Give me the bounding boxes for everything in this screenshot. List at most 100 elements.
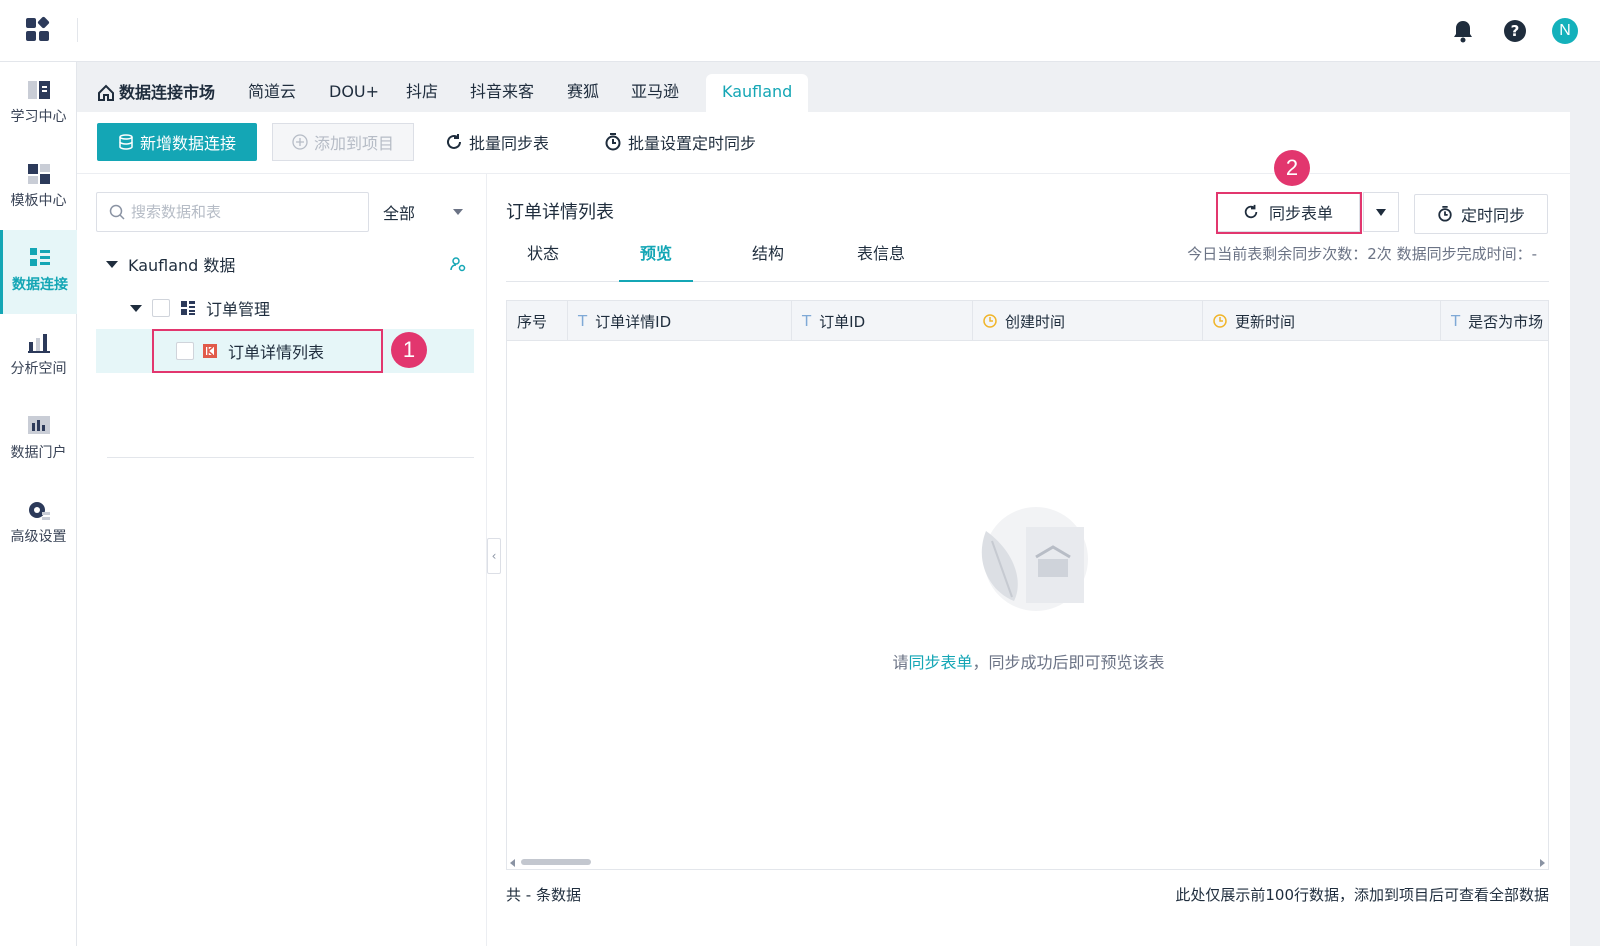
tab-preview[interactable]: 预览 [619, 238, 693, 282]
batch-sync-button[interactable]: 批量同步表 [445, 123, 549, 161]
scroll-left-arrow[interactable] [510, 859, 515, 867]
preview-note: 此处仅展示前100行数据，添加到项目后可查看全部数据 [1175, 886, 1549, 904]
rail-item-analysis[interactable]: 分析空间 [0, 314, 77, 398]
add-connection-label: 新增数据连接 [139, 134, 236, 153]
content-tabs: 状态 预览 结构 表信息 今日当前表剩余同步次数：2次 数据同步完成时间：- [506, 238, 1549, 282]
filter-select[interactable]: 全部 [373, 192, 473, 232]
tab-strip: 数据连接市场 简道云 DOU+ 抖店 抖音来客 赛狐 亚马逊 Kaufland [77, 62, 1600, 112]
rail-label: 分析空间 [10, 361, 67, 377]
search-icon [109, 204, 125, 220]
column-label: 创建时间 [1005, 312, 1066, 331]
highlight-box-2 [1216, 192, 1362, 234]
rail-item-templates[interactable]: 模板中心 [0, 146, 77, 230]
rail-label: 模板中心 [10, 193, 67, 209]
rail-label: 数据连接 [12, 277, 68, 293]
tab-kaufland[interactable]: Kaufland [706, 74, 809, 112]
tab-home[interactable]: 数据连接市场 [97, 74, 215, 112]
tab-saihu[interactable]: 赛狐 [567, 74, 599, 112]
user-settings-icon[interactable] [450, 256, 466, 272]
group-checkbox[interactable] [152, 299, 170, 317]
analysis-icon [27, 334, 50, 353]
empty-box-illustration [981, 507, 1088, 611]
collapse-handle[interactable]: ‹ [487, 538, 501, 574]
caret-down-icon[interactable] [106, 260, 118, 268]
tab-dou[interactable]: DOU+ [329, 74, 379, 112]
row-count: 共 - 条数据 [506, 886, 581, 904]
chevron-down-icon [453, 209, 463, 215]
rail-item-learning[interactable]: 学习中心 [0, 62, 77, 146]
tab-status[interactable]: 状态 [506, 238, 580, 282]
scroll-right-arrow[interactable] [1540, 859, 1545, 867]
schedule-sync-button[interactable]: 定时同步 [1414, 194, 1548, 234]
tree-node-group[interactable]: 订单管理 [130, 286, 270, 330]
column-label: 订单ID [819, 312, 866, 331]
tab-table-info[interactable]: 表信息 [844, 238, 918, 282]
column-label: 更新时间 [1235, 312, 1296, 331]
data-grid: 序号 T 订单详情ID T 订单ID 创建时间 更新时间 T 是否为市场 请同步… [506, 300, 1549, 870]
column-label: 序号 [517, 312, 548, 331]
column-header-order-id[interactable]: T 订单ID [792, 301, 973, 341]
column-header-detail-id[interactable]: T 订单详情ID [568, 301, 792, 341]
book-icon [27, 81, 50, 99]
timer-icon [1438, 206, 1452, 222]
column-header-created[interactable]: 创建时间 [973, 301, 1203, 341]
caret-down-icon[interactable] [130, 304, 142, 312]
avatar[interactable]: N [1552, 18, 1578, 44]
batch-schedule-label: 批量设置定时同步 [628, 134, 757, 153]
horizontal-scrollbar[interactable] [521, 859, 591, 865]
rail-item-settings[interactable]: 高级设置 [0, 482, 77, 566]
database-icon [119, 134, 133, 150]
plus-circle-icon [292, 134, 308, 150]
grid-header: 序号 T 订单详情ID T 订单ID 创建时间 更新时间 T 是否为市场 [507, 301, 1548, 341]
module-icon [181, 301, 195, 315]
tab-structure[interactable]: 结构 [731, 238, 805, 282]
top-bar: ? N [0, 0, 1600, 62]
empty-prefix: 请 [892, 653, 909, 672]
content-title: 订单详情列表 [506, 202, 614, 223]
data-connect-icon [30, 248, 50, 266]
search-input[interactable] [131, 203, 351, 221]
empty-message: 请同步表单，同步成功后即可预览该表 [507, 649, 1548, 673]
tab-home-label: 数据连接市场 [119, 83, 216, 102]
rail-label: 数据门户 [10, 445, 67, 461]
tab-jiandaoyun[interactable]: 简道云 [248, 74, 296, 112]
tab-amazon[interactable]: 亚马逊 [631, 74, 679, 112]
batch-sync-label: 批量同步表 [469, 134, 550, 153]
sync-table-link[interactable]: 同步表单 [908, 653, 972, 672]
step-badge-1: 1 [391, 332, 427, 368]
add-to-project-button[interactable]: 添加到项目 [272, 123, 414, 161]
empty-suffix: ，同步成功后即可预览该表 [972, 653, 1165, 672]
highlight-box-1 [152, 329, 383, 373]
tree-node-root[interactable]: Kaufland 数据 [106, 242, 466, 286]
help-icon[interactable]: ? [1500, 16, 1530, 46]
content-panel: 订单详情列表 2 同步表单 定时同步 状态 预览 结构 表信息 今日当前表剩余同… [506, 150, 1549, 946]
app-grid-icon[interactable] [26, 16, 50, 42]
rail-item-portal[interactable]: 数据门户 [0, 398, 77, 482]
refresh-icon [447, 134, 461, 149]
column-header-updated[interactable]: 更新时间 [1203, 301, 1441, 341]
template-icon [27, 164, 50, 184]
column-label: 是否为市场 [1468, 312, 1544, 331]
sync-dropdown-button[interactable] [1363, 192, 1399, 232]
text-type-icon: T [578, 312, 588, 330]
home-icon [98, 84, 114, 101]
gear-icon [28, 502, 50, 520]
rail-item-data-connect[interactable]: 数据连接 [0, 230, 77, 314]
tab-doudian[interactable]: 抖店 [406, 74, 438, 112]
text-type-icon: T [1451, 312, 1461, 330]
bell-icon[interactable] [1448, 16, 1478, 46]
column-header-index[interactable]: 序号 [507, 301, 568, 341]
batch-schedule-button[interactable]: 批量设置定时同步 [604, 123, 756, 161]
tab-douyin-laike[interactable]: 抖音来客 [470, 74, 534, 112]
tree-panel: 全部 Kaufland 数据 订单管理 订单详情列表 1 [77, 174, 487, 946]
filter-value: 全部 [383, 204, 416, 223]
column-label: 订单详情ID [595, 312, 672, 331]
rail-label: 高级设置 [10, 529, 67, 545]
schedule-sync-label: 定时同步 [1460, 206, 1525, 225]
add-connection-button[interactable]: 新增数据连接 [97, 123, 257, 161]
rail-label: 学习中心 [10, 109, 67, 125]
caret-down-icon [1376, 208, 1386, 216]
search-box[interactable] [96, 192, 369, 232]
clock-icon [983, 314, 997, 328]
column-header-is-market[interactable]: T 是否为市场 [1441, 301, 1548, 341]
